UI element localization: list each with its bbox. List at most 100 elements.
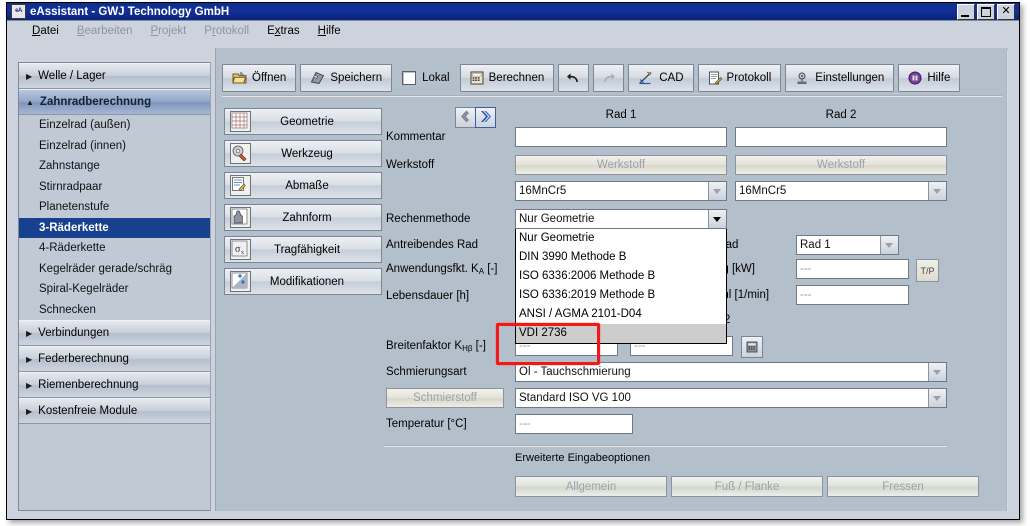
sidebar-item-einzelrad-aussen[interactable]: Einzelrad (außen): [19, 115, 210, 136]
sidebar-group-zahnradberechnung[interactable]: ▲ Zahnradberechnung: [19, 89, 210, 115]
combo-schmierungsart-value: Öl - Tauchschmierung: [516, 366, 928, 378]
sidebar-item-stirnradpaar[interactable]: Stirnradpaar: [19, 177, 210, 198]
chevron-down-icon[interactable]: [928, 389, 946, 407]
sidebar-item-einzelrad-innen[interactable]: Einzelrad (innen): [19, 136, 210, 157]
sidebar-group-riemenberechnung[interactable]: ▶ Riemenberechnung: [19, 372, 210, 398]
tp-toggle-button[interactable]: T/P: [916, 259, 939, 282]
window-body: ▶ Welle / Lager ▲ Zahnradberechnung Einz…: [7, 42, 1019, 519]
label-breitenfaktor-unit: [-]: [472, 340, 485, 352]
combo-rechenmethode-value: Nur Geometrie: [516, 213, 708, 225]
dropdown-option-din-3990[interactable]: DIN 3990 Methode B: [516, 248, 726, 267]
calculate-button[interactable]: Berechnen: [460, 64, 555, 92]
chevron-right-icon: ▶: [26, 381, 32, 390]
tab-werkzeug-label: Werkzeug: [251, 148, 381, 160]
maximize-button[interactable]: [977, 4, 995, 20]
dropdown-option-ansi-agma[interactable]: ANSI / AGMA 2101-D04: [516, 305, 726, 324]
sidebar-item-schnecken[interactable]: Schnecken: [19, 300, 210, 321]
protocol-button[interactable]: Protokoll: [698, 64, 782, 92]
input-kommentar-rad2[interactable]: [735, 127, 947, 147]
cad-button[interactable]: CAD: [628, 64, 693, 92]
chevron-down-icon[interactable]: [708, 182, 726, 200]
help-button-label: Hilfe: [927, 72, 950, 84]
lokal-checkbox-wrap[interactable]: Lokal: [392, 71, 460, 85]
button-fuss-flanke[interactable]: Fuß / Flanke: [671, 476, 823, 497]
menu-protokoll[interactable]: Protokoll: [195, 23, 258, 39]
sidebar-item-kegelraeder[interactable]: Kegelräder gerade/schräg: [19, 259, 210, 280]
undo-arrow-icon: [565, 72, 582, 85]
button-werkstoff-rad1[interactable]: Werkstoff: [515, 155, 727, 175]
sidebar-group-verbindungen[interactable]: ▶ Verbindungen: [19, 320, 210, 346]
menu-bearbeiten[interactable]: Bearbeiten: [68, 23, 142, 39]
undo-button[interactable]: [558, 64, 589, 92]
dropdown-option-vdi-2736[interactable]: VDI 2736: [516, 324, 726, 343]
sidebar-item-zahnstange[interactable]: Zahnstange: [19, 156, 210, 177]
input-kommentar-rad1[interactable]: [515, 127, 727, 147]
open-button-label: Öffnen: [252, 72, 286, 84]
menu-datei[interactable]: Datei: [23, 23, 68, 39]
tab-werkzeug[interactable]: Werkzeug: [224, 140, 382, 167]
sidebar-item-4-raederkette[interactable]: 4-Räderkette: [19, 238, 210, 259]
button-schmierstoff[interactable]: Schmierstoff: [386, 388, 504, 408]
button-fressen[interactable]: Fressen: [827, 476, 979, 497]
sidebar-item-3-raederkette[interactable]: 3-Räderkette: [19, 218, 210, 239]
tab-tragfaehigkeit[interactable]: σx Tragfähigkeit: [224, 236, 382, 263]
gear-settings-icon: [795, 71, 810, 85]
label-breitenfaktor: Breitenfaktor KHβ [-]: [386, 340, 486, 353]
tab-modifikationen[interactable]: Modifikationen: [224, 268, 382, 295]
menu-projekt[interactable]: Projekt: [142, 23, 196, 39]
open-button[interactable]: Öffnen: [222, 64, 296, 92]
breitenfaktor-calculator-button[interactable]: [741, 336, 763, 358]
dropdown-option-iso-6336-2006[interactable]: ISO 6336:2006 Methode B: [516, 267, 726, 286]
sidebar-group-welle-lager[interactable]: ▶ Welle / Lager: [19, 63, 210, 89]
tab-tragfaehigkeit-label: Tragfähigkeit: [251, 244, 381, 256]
chevron-right-icon: ▶: [26, 355, 32, 364]
combo-bezugsrad[interactable]: Rad 1: [796, 235, 899, 255]
lokal-checkbox[interactable]: [402, 71, 416, 85]
next-arrow-button[interactable]: [475, 107, 496, 128]
chevron-down-icon[interactable]: [928, 182, 946, 200]
sidebar-group-kostenfreie-module[interactable]: ▶ Kostenfreie Module: [19, 398, 210, 424]
window-title: eAssistant - GWJ Technology GmbH: [30, 6, 957, 18]
combo-werkstoff-rad1[interactable]: 16MnCr5: [515, 181, 727, 201]
help-button[interactable]: Hilfe: [898, 64, 960, 92]
save-button-label: Speichern: [330, 72, 382, 84]
save-button[interactable]: Speichern: [300, 64, 392, 92]
tab-zahnform[interactable]: Zahnform: [224, 204, 382, 231]
input-temperatur[interactable]: ---: [515, 414, 633, 434]
cad-drafting-icon: [638, 71, 654, 85]
chevron-down-icon[interactable]: [880, 236, 898, 254]
combo-schmierungsart[interactable]: Öl - Tauchschmierung: [515, 362, 947, 382]
button-allgemein[interactable]: Allgemein: [515, 476, 667, 497]
label-anwendungsfaktor-unit: [-]: [484, 263, 497, 275]
dropdown-option-nur-geometrie[interactable]: Nur Geometrie: [516, 229, 726, 248]
button-werkstoff-rad2[interactable]: Werkstoff: [735, 155, 947, 175]
chevron-down-icon[interactable]: [928, 363, 946, 381]
tab-geometrie[interactable]: Geometrie: [224, 108, 382, 135]
combo-rechenmethode[interactable]: Nur Geometrie: [515, 209, 727, 229]
chevron-down-icon[interactable]: [708, 210, 726, 228]
sidebar-item-label: Einzelrad (innen): [39, 140, 126, 152]
settings-button[interactable]: Einstellungen: [785, 64, 894, 92]
input-leistung[interactable]: ---: [796, 259, 909, 279]
lokal-label: Lokal: [422, 72, 450, 84]
minimize-button[interactable]: [957, 4, 975, 20]
sidebar-item-spiral-kegelraeder[interactable]: Spiral-Kegelräder: [19, 279, 210, 300]
combo-schmierstoff[interactable]: Standard ISO VG 100: [515, 388, 947, 408]
tab-zahnform-label: Zahnform: [251, 212, 381, 224]
calculate-button-label: Berechnen: [489, 72, 545, 84]
sidebar-item-planetenstufe[interactable]: Planetenstufe: [19, 197, 210, 218]
prev-arrow-button[interactable]: [455, 107, 476, 128]
sidebar-group-federberechnung[interactable]: ▶ Federberechnung: [19, 346, 210, 372]
title-bar: eA eAssistant - GWJ Technology GmbH: [7, 3, 1019, 21]
chevron-right-icon: ▶: [26, 72, 32, 81]
rechenmethode-dropdown-list[interactable]: Nur Geometrie DIN 3990 Methode B ISO 633…: [515, 228, 727, 344]
redo-button[interactable]: [593, 64, 624, 92]
close-button[interactable]: [997, 4, 1015, 20]
input-drehzahl[interactable]: ---: [796, 285, 909, 305]
combo-werkstoff-rad2[interactable]: 16MnCr5: [735, 181, 947, 201]
column-header-rad2: Rad 2: [735, 109, 947, 121]
tab-abmasse[interactable]: Abmaße: [224, 172, 382, 199]
menu-extras[interactable]: Extras: [258, 23, 309, 39]
dropdown-option-iso-6336-2019[interactable]: ISO 6336:2019 Methode B: [516, 286, 726, 305]
menu-hilfe[interactable]: Hilfe: [309, 23, 350, 39]
